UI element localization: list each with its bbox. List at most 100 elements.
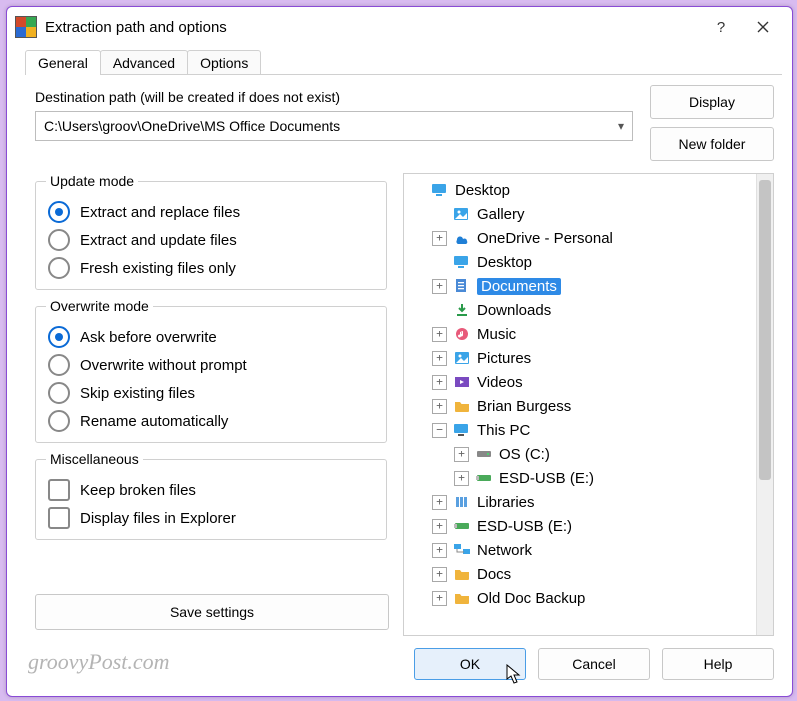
expand-icon[interactable]: +	[432, 327, 447, 342]
desktop-icon	[453, 254, 471, 270]
dialog-window: Extraction path and options ? General Ad…	[6, 6, 793, 697]
save-settings-button[interactable]: Save settings	[35, 594, 389, 630]
tree-node-label: ESD-USB (E:)	[499, 470, 594, 487]
folder-icon	[453, 398, 471, 414]
close-icon	[757, 21, 769, 33]
tree-node-label: Brian Burgess	[477, 398, 571, 415]
tree-node-label: OS (C:)	[499, 446, 550, 463]
libraries-icon	[453, 494, 471, 510]
drive-icon	[475, 446, 493, 462]
help-dialog-button[interactable]: Help	[662, 648, 774, 680]
close-button[interactable]	[742, 13, 784, 41]
misc-group: Miscellaneous Keep broken files Display …	[35, 451, 387, 540]
expand-icon[interactable]: +	[432, 351, 447, 366]
ok-button[interactable]: OK	[414, 648, 526, 680]
radio-skip-existing[interactable]: Skip existing files	[48, 382, 376, 404]
radio-icon	[48, 410, 70, 432]
expand-icon[interactable]: +	[432, 231, 447, 246]
radio-extract-update[interactable]: Extract and update files	[48, 229, 376, 251]
expand-icon[interactable]: +	[454, 447, 469, 462]
radio-ask-overwrite[interactable]: Ask before overwrite	[48, 326, 376, 348]
usb-icon	[453, 518, 471, 534]
watermark: groovyPost.com	[28, 649, 170, 675]
overwrite-mode-group: Overwrite mode Ask before overwrite Over…	[35, 298, 387, 443]
overwrite-mode-legend: Overwrite mode	[46, 298, 153, 314]
tree-node-label: This PC	[477, 422, 530, 439]
tree-node-label: Network	[477, 542, 532, 559]
tree-node[interactable]: + ESD-USB (E:)	[406, 514, 754, 538]
tree-node[interactable]: + Network	[406, 538, 754, 562]
tree-node-label: Old Doc Backup	[477, 590, 585, 607]
tree-node[interactable]: +Videos	[406, 370, 754, 394]
folder-tree: DesktopGallery+OneDrive - PersonalDeskto…	[403, 173, 774, 636]
update-mode-legend: Update mode	[46, 173, 138, 189]
expand-icon[interactable]: +	[432, 399, 447, 414]
download-icon	[453, 302, 471, 318]
expand-icon[interactable]: +	[432, 543, 447, 558]
scroll-thumb[interactable]	[759, 180, 771, 480]
pc-icon	[453, 422, 471, 438]
expand-icon[interactable]: +	[454, 471, 469, 486]
tree-node-label: ESD-USB (E:)	[477, 518, 572, 535]
expand-icon[interactable]: +	[432, 567, 447, 582]
check-display-explorer[interactable]: Display files in Explorer	[48, 507, 376, 529]
tree-node-label: Music	[477, 326, 516, 343]
tree-node[interactable]: +Pictures	[406, 346, 754, 370]
help-button[interactable]: ?	[700, 13, 742, 41]
usb-icon	[475, 470, 493, 486]
pictures-icon	[453, 350, 471, 366]
tree-node[interactable]: Downloads	[406, 298, 754, 322]
tree-node-label: Libraries	[477, 494, 535, 511]
radio-overwrite-no-prompt[interactable]: Overwrite without prompt	[48, 354, 376, 376]
network-icon	[453, 542, 471, 558]
radio-fresh-existing[interactable]: Fresh existing files only	[48, 257, 376, 279]
tree-node[interactable]: +Docs	[406, 562, 754, 586]
update-mode-group: Update mode Extract and replace files Ex…	[35, 173, 387, 290]
tree-node[interactable]: + Music	[406, 322, 754, 346]
dest-path-combo[interactable]: C:\Users\groov\OneDrive\MS Office Docume…	[35, 111, 633, 141]
tree-node[interactable]: Desktop	[406, 178, 754, 202]
tree-node[interactable]: + Brian Burgess	[406, 394, 754, 418]
tree-node[interactable]: Desktop	[406, 250, 754, 274]
radio-rename-auto[interactable]: Rename automatically	[48, 410, 376, 432]
radio-icon	[48, 326, 70, 348]
expand-icon[interactable]: +	[432, 375, 447, 390]
tab-advanced[interactable]: Advanced	[100, 50, 188, 75]
expand-icon[interactable]: −	[432, 423, 447, 438]
cancel-button[interactable]: Cancel	[538, 648, 650, 680]
tab-options[interactable]: Options	[187, 50, 261, 75]
expand-icon[interactable]: +	[432, 591, 447, 606]
dialog-body: Destination path (will be created if doe…	[7, 75, 792, 636]
chevron-down-icon: ▾	[618, 119, 624, 133]
tree-node-label: Downloads	[477, 302, 551, 319]
expand-icon[interactable]: +	[432, 519, 447, 534]
tree-node[interactable]: + Old Doc Backup	[406, 586, 754, 610]
check-keep-broken[interactable]: Keep broken files	[48, 479, 376, 501]
radio-icon	[48, 257, 70, 279]
videos-icon	[453, 374, 471, 390]
tree-node[interactable]: +OneDrive - Personal	[406, 226, 754, 250]
misc-legend: Miscellaneous	[46, 451, 143, 467]
winrar-icon	[15, 16, 37, 38]
tree-node-label: Desktop	[455, 182, 510, 199]
onedrive-icon	[453, 230, 471, 246]
dest-path-value: C:\Users\groov\OneDrive\MS Office Docume…	[44, 118, 340, 134]
radio-extract-replace[interactable]: Extract and replace files	[48, 201, 376, 223]
tab-general[interactable]: General	[25, 50, 101, 75]
new-folder-button[interactable]: New folder	[650, 127, 774, 161]
checkbox-icon	[48, 479, 70, 501]
tree-node[interactable]: + Libraries	[406, 490, 754, 514]
folder-icon	[453, 566, 471, 582]
tree-node[interactable]: Gallery	[406, 202, 754, 226]
tree-node[interactable]: +Documents	[406, 274, 754, 298]
display-button[interactable]: Display	[650, 85, 774, 119]
tree-node[interactable]: + OS (C:)	[406, 442, 754, 466]
expand-icon[interactable]: +	[432, 279, 447, 294]
window-title: Extraction path and options	[45, 19, 700, 36]
docs-icon	[453, 278, 471, 294]
tree-node[interactable]: − This PC	[406, 418, 754, 442]
expand-icon[interactable]: +	[432, 495, 447, 510]
titlebar: Extraction path and options ?	[7, 7, 792, 47]
tree-scrollbar[interactable]	[756, 174, 773, 635]
tree-node[interactable]: + ESD-USB (E:)	[406, 466, 754, 490]
